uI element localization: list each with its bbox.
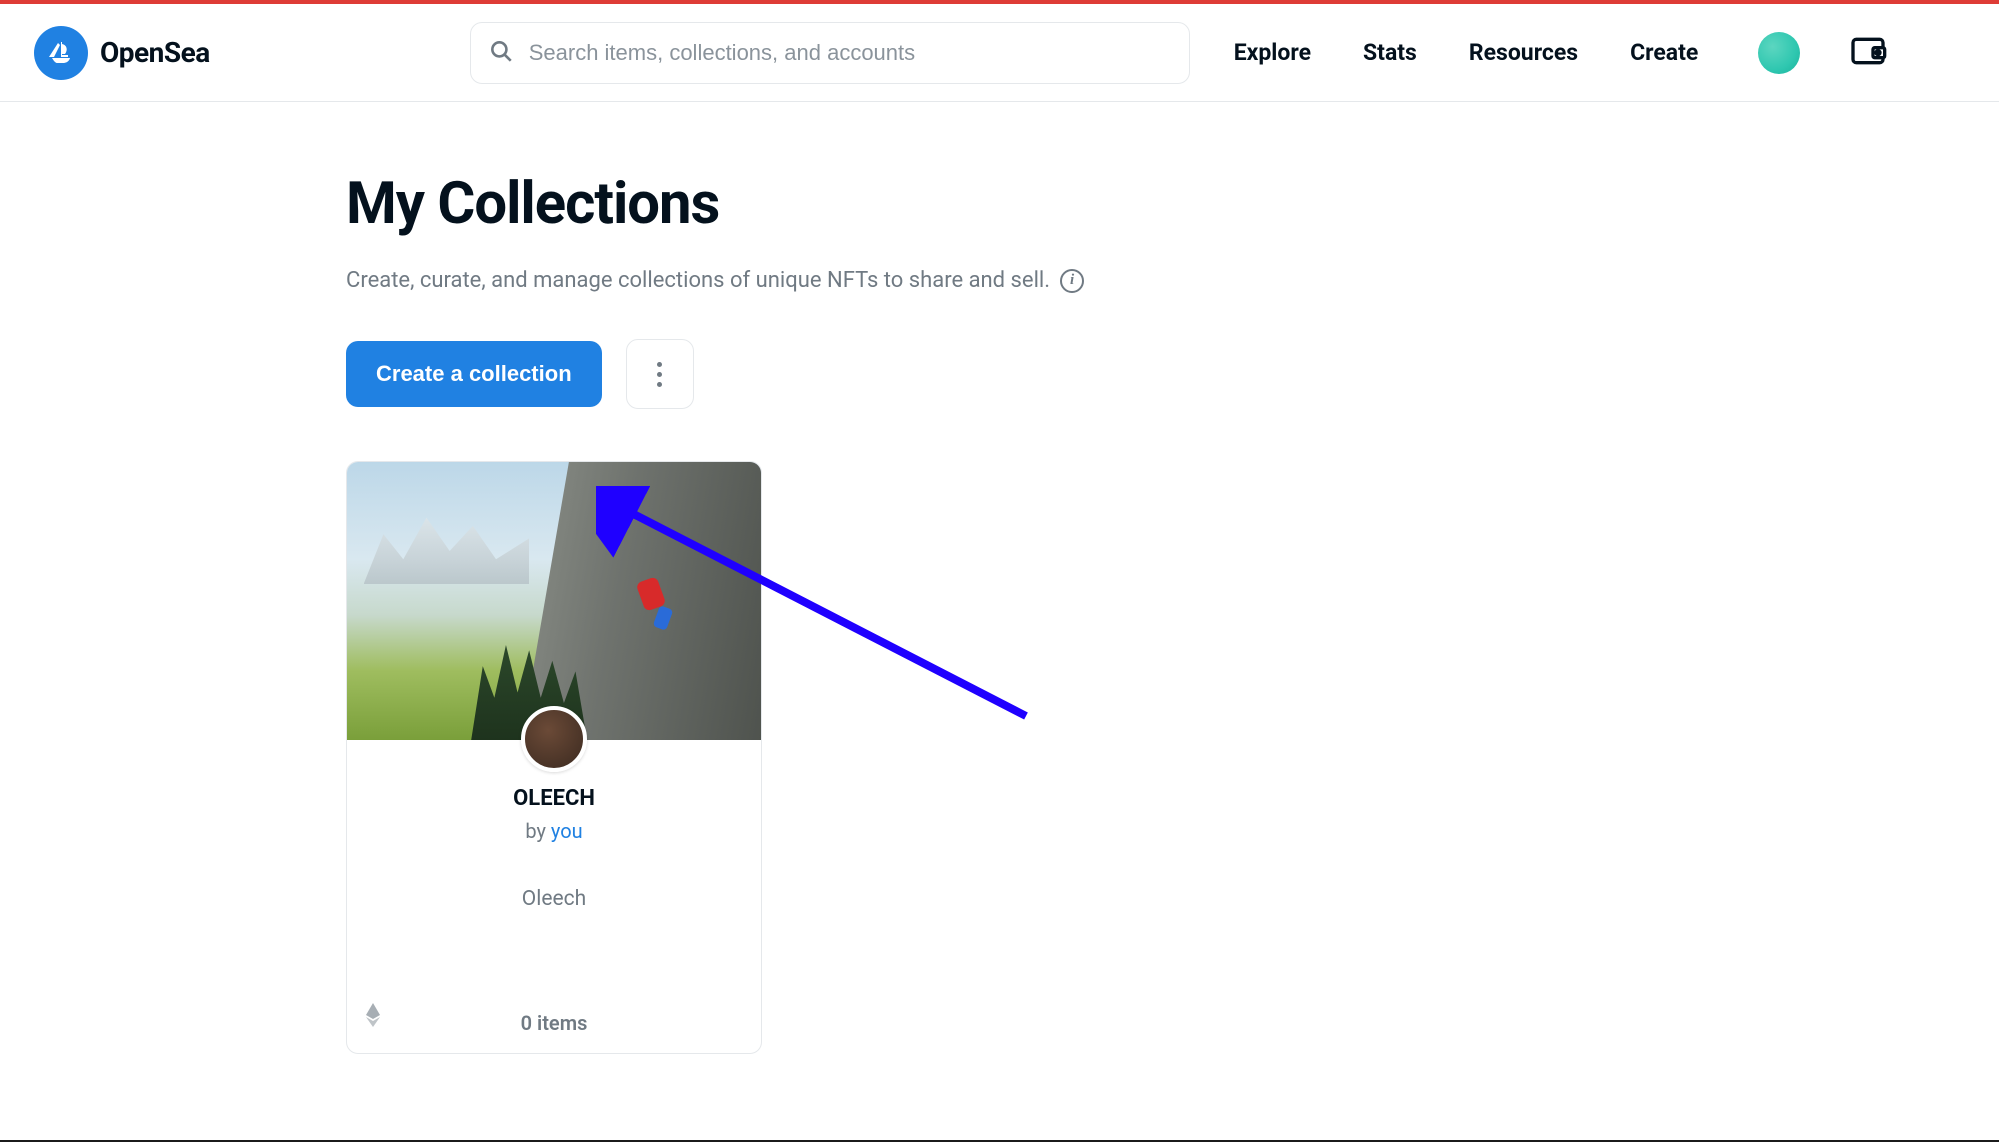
more-options-button[interactable] [626,339,694,409]
collection-banner-image [347,462,761,740]
brand-name: OpenSea [100,36,210,69]
search-icon [488,38,514,68]
dots-vertical-icon [657,362,662,387]
create-collection-button[interactable]: Create a collection [346,341,602,407]
collection-avatar-image [521,706,587,772]
collection-name: OLEECH [367,786,741,811]
wallet-icon[interactable] [1848,31,1888,75]
page-title: My Collections [346,170,1999,238]
actions-row: Create a collection [346,339,1999,409]
info-icon[interactable]: i [1060,269,1084,293]
user-avatar[interactable] [1758,32,1800,74]
nav-explore[interactable]: Explore [1234,39,1311,66]
ethereum-icon [365,1003,381,1031]
opensea-logo-icon [34,26,88,80]
logo[interactable]: OpenSea [34,26,210,80]
site-header: OpenSea Explore Stats Resources Create [0,4,1999,102]
nav-create[interactable]: Create [1630,39,1698,66]
search-input[interactable] [470,22,1190,84]
page-subtitle-row: Create, curate, and manage collections o… [346,268,1999,293]
collection-card-body: OLEECH by you Oleech 0 items [347,740,761,1053]
main-nav: Explore Stats Resources Create [1234,39,1699,66]
search-wrap [470,22,1190,84]
page-subtitle: Create, curate, and manage collections o… [346,268,1050,293]
collection-owner-link[interactable]: you [551,819,583,843]
nav-resources[interactable]: Resources [1469,39,1578,66]
nav-stats[interactable]: Stats [1363,39,1417,66]
by-prefix: by [525,819,551,843]
collection-item-count: 0 items [367,1011,741,1035]
collection-card[interactable]: OLEECH by you Oleech 0 items [346,461,762,1054]
main-content: My Collections Create, curate, and manag… [0,102,1999,1054]
collection-description: Oleech [367,887,741,911]
collection-owner-line: by you [367,819,741,843]
